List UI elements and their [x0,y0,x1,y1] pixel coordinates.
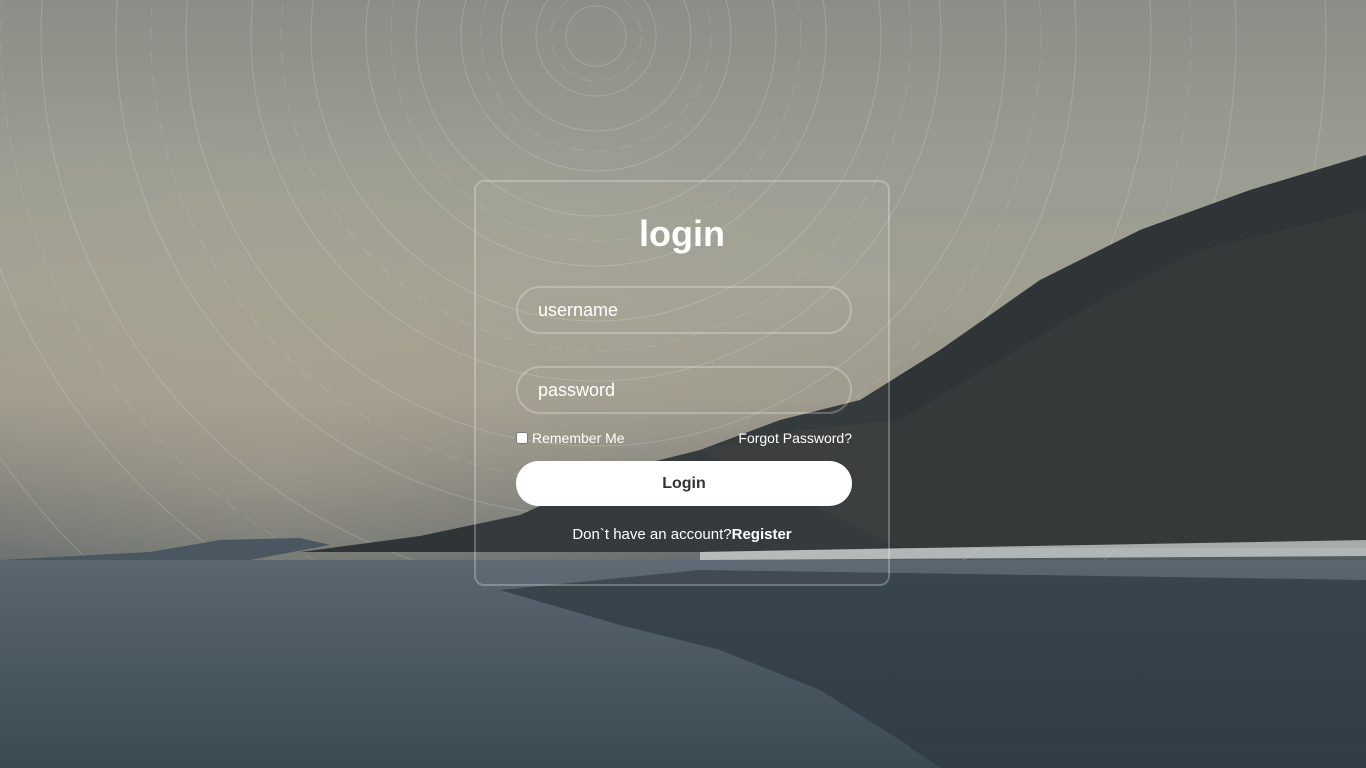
password-input[interactable] [518,368,850,412]
remember-me-label[interactable]: Remember Me [532,430,625,446]
username-input[interactable] [518,288,850,332]
forgot-password-link[interactable]: Forgot Password? [738,430,852,446]
register-prompt-text: Don`t have an account? [572,526,732,543]
form-title: login [639,213,725,254]
password-field-wrapper [516,366,852,414]
remember-me[interactable]: Remember Me [516,430,625,446]
username-field-wrapper [516,286,852,334]
register-prompt: Don`t have an account?Register [476,526,888,543]
register-link[interactable]: Register [732,526,792,543]
login-button[interactable]: Login [516,461,852,506]
remember-me-checkbox[interactable] [516,432,528,444]
remember-forgot-row: Remember Me Forgot Password? [516,430,852,450]
login-form: login Remember Me Forgot Password? Login… [474,180,890,586]
